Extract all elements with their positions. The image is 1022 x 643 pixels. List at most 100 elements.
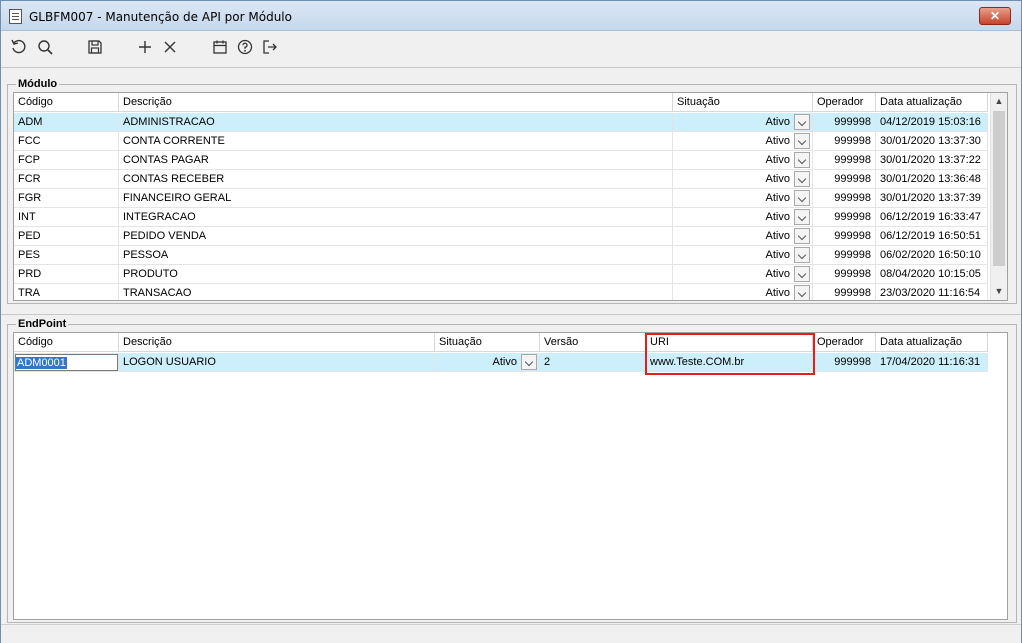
table-row[interactable]: TRA TRANSACAO Ativo 999998 23/03/2020 11… (14, 284, 988, 300)
table-row[interactable]: FCR CONTAS RECEBER Ativo 999998 30/01/20… (14, 170, 988, 189)
cell-situacao[interactable]: Ativo (435, 353, 540, 371)
cell-data: 06/12/2019 16:33:47 (876, 208, 988, 226)
cell-operador: 999998 (813, 132, 876, 150)
situacao-value: Ativo (765, 116, 790, 128)
modulo-col-operador[interactable]: Operador (813, 93, 876, 112)
section-divider (1, 314, 1021, 315)
help-icon[interactable] (235, 37, 255, 57)
codigo-selected-text[interactable]: ADM0001 (16, 357, 67, 369)
table-row[interactable]: ADM ADMINISTRACAO Ativo 999998 04/12/201… (14, 113, 988, 132)
cell-descricao: CONTA CORRENTE (119, 132, 673, 150)
refresh-icon[interactable] (9, 37, 29, 57)
cell-descricao: TRANSACAO (119, 284, 673, 300)
save-icon[interactable] (85, 37, 105, 57)
title-bar: GLBFM007 - Manutenção de API por Módulo … (1, 1, 1021, 31)
cell-codigo: ADM (14, 113, 119, 131)
table-row[interactable]: PES PESSOA Ativo 999998 06/02/2020 16:50… (14, 246, 988, 265)
cell-codigo: INT (14, 208, 119, 226)
table-row[interactable]: FCC CONTA CORRENTE Ativo 999998 30/01/20… (14, 132, 988, 151)
modulo-col-codigo[interactable]: Código (14, 93, 119, 112)
exit-icon[interactable] (260, 37, 280, 57)
chevron-down-icon[interactable] (794, 171, 810, 187)
chevron-down-icon[interactable] (794, 266, 810, 282)
cell-data: 30/01/2020 13:36:48 (876, 170, 988, 188)
cell-operador: 999998 (813, 170, 876, 188)
document-icon (9, 9, 22, 24)
cell-versao: 2 (540, 353, 646, 371)
table-row[interactable]: PRD PRODUTO Ativo 999998 08/04/2020 10:1… (14, 265, 988, 284)
endpoint-col-uri[interactable]: URI (646, 333, 813, 352)
cell-operador: 999998 (813, 189, 876, 207)
cell-situacao[interactable]: Ativo (673, 284, 813, 300)
endpoint-header: Código Descrição Situação Versão URI Ope… (14, 333, 988, 352)
endpoint-col-operador[interactable]: Operador (813, 333, 876, 352)
cell-descricao: ADMINISTRACAO (119, 113, 673, 131)
chevron-down-icon[interactable] (794, 247, 810, 263)
cell-situacao[interactable]: Ativo (673, 132, 813, 150)
cell-descricao: CONTAS PAGAR (119, 151, 673, 169)
cell-descricao: FINANCEIRO GERAL (119, 189, 673, 207)
cell-descricao: PEDIDO VENDA (119, 227, 673, 245)
cell-situacao[interactable]: Ativo (673, 113, 813, 131)
chevron-down-icon[interactable] (794, 190, 810, 206)
endpoint-col-descricao[interactable]: Descrição (119, 333, 435, 352)
situacao-value: Ativo (765, 192, 790, 204)
delete-icon[interactable] (160, 37, 180, 57)
cell-codigo: TRA (14, 284, 119, 300)
modulo-col-data[interactable]: Data atualização (876, 93, 988, 112)
situacao-value: Ativo (765, 154, 790, 166)
toolbar (1, 32, 1021, 62)
cell-operador: 999998 (813, 265, 876, 283)
cell-situacao[interactable]: Ativo (673, 246, 813, 264)
close-button[interactable]: ✕ (979, 7, 1011, 25)
cell-data: 30/01/2020 13:37:22 (876, 151, 988, 169)
chevron-down-icon[interactable] (794, 152, 810, 168)
endpoint-col-situacao[interactable]: Situação (435, 333, 540, 352)
modulo-col-situacao[interactable]: Situação (673, 93, 813, 112)
endpoint-col-versao[interactable]: Versão (540, 333, 646, 352)
scroll-down-icon[interactable]: ▼ (991, 283, 1007, 300)
cell-data: 30/01/2020 13:37:30 (876, 132, 988, 150)
situacao-value: Ativo (492, 356, 517, 368)
table-row[interactable]: FGR FINANCEIRO GERAL Ativo 999998 30/01/… (14, 189, 988, 208)
chevron-down-icon[interactable] (794, 133, 810, 149)
search-icon[interactable] (35, 37, 55, 57)
modulo-col-descricao[interactable]: Descrição (119, 93, 673, 112)
endpoint-col-codigo[interactable]: Código (14, 333, 119, 352)
cell-codigo: PES (14, 246, 119, 264)
table-row[interactable]: PED PEDIDO VENDA Ativo 999998 06/12/2019… (14, 227, 988, 246)
cell-situacao[interactable]: Ativo (673, 151, 813, 169)
scroll-thumb[interactable] (993, 111, 1005, 266)
chevron-down-icon[interactable] (794, 209, 810, 225)
cell-uri: www.Teste.COM.br (646, 353, 813, 371)
modulo-scrollbar[interactable]: ▲ ▼ (990, 93, 1007, 300)
cell-descricao: LOGON USUARIO (119, 353, 435, 371)
cell-situacao[interactable]: Ativo (673, 227, 813, 245)
chevron-down-icon[interactable] (794, 114, 810, 130)
table-row[interactable]: INT INTEGRACAO Ativo 999998 06/12/2019 1… (14, 208, 988, 227)
cell-situacao[interactable]: Ativo (673, 208, 813, 226)
cell-descricao: CONTAS RECEBER (119, 170, 673, 188)
cell-operador: 999998 (813, 284, 876, 300)
chevron-down-icon[interactable] (794, 285, 810, 300)
calendar-icon[interactable] (210, 37, 230, 57)
scroll-up-icon[interactable]: ▲ (991, 93, 1007, 110)
table-row[interactable]: FCP CONTAS PAGAR Ativo 999998 30/01/2020… (14, 151, 988, 170)
endpoint-col-data[interactable]: Data atualização (876, 333, 988, 352)
cell-situacao[interactable]: Ativo (673, 189, 813, 207)
cell-descricao: PESSOA (119, 246, 673, 264)
cell-situacao[interactable]: Ativo (673, 265, 813, 283)
chevron-down-icon[interactable] (794, 228, 810, 244)
cell-codigo: FCR (14, 170, 119, 188)
situacao-value: Ativo (765, 268, 790, 280)
modulo-group-label: Módulo (16, 78, 60, 90)
table-row[interactable]: ADM0001 LOGON USUARIO Ativo 2 www.Teste.… (14, 353, 988, 372)
chevron-down-icon[interactable] (521, 354, 537, 370)
situacao-value: Ativo (765, 249, 790, 261)
cell-situacao[interactable]: Ativo (673, 170, 813, 188)
add-icon[interactable] (135, 37, 155, 57)
cell-codigo: PRD (14, 265, 119, 283)
situacao-value: Ativo (765, 287, 790, 299)
cell-codigo[interactable]: ADM0001 (14, 353, 119, 371)
cell-codigo: PED (14, 227, 119, 245)
